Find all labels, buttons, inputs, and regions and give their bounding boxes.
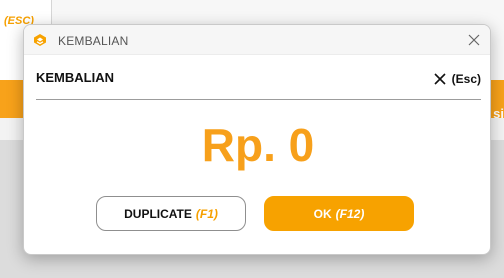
change-amount: Rp. 0 [24, 118, 490, 172]
change-dialog: KEMBALIAN KEMBALIAN (Esc) Rp. 0 DUPLICAT… [23, 24, 491, 255]
background-bar-text: si [493, 106, 504, 121]
dialog-close-button[interactable]: (Esc) [434, 69, 481, 89]
dialog-close-shortcut: (Esc) [451, 72, 481, 86]
duplicate-button[interactable]: DUPLICATE (F1) [96, 196, 246, 231]
ok-shortcut: (F12) [335, 206, 365, 221]
window-titlebar: KEMBALIAN [24, 25, 490, 55]
dialog-header: KEMBALIAN (Esc) [36, 61, 481, 100]
change-amount-value: Rp. 0 [201, 119, 315, 171]
duplicate-button-label: DUPLICATE [124, 206, 192, 221]
window-close-button[interactable] [464, 30, 484, 50]
window-title: KEMBALIAN [58, 34, 129, 48]
ok-button-label: OK [313, 206, 332, 221]
app-logo-icon [33, 33, 47, 47]
ok-button[interactable]: OK (F12) [264, 196, 414, 231]
close-icon [468, 34, 480, 46]
duplicate-shortcut: (F1) [195, 206, 218, 221]
dialog-heading: KEMBALIAN [36, 70, 114, 85]
close-icon [434, 73, 446, 85]
